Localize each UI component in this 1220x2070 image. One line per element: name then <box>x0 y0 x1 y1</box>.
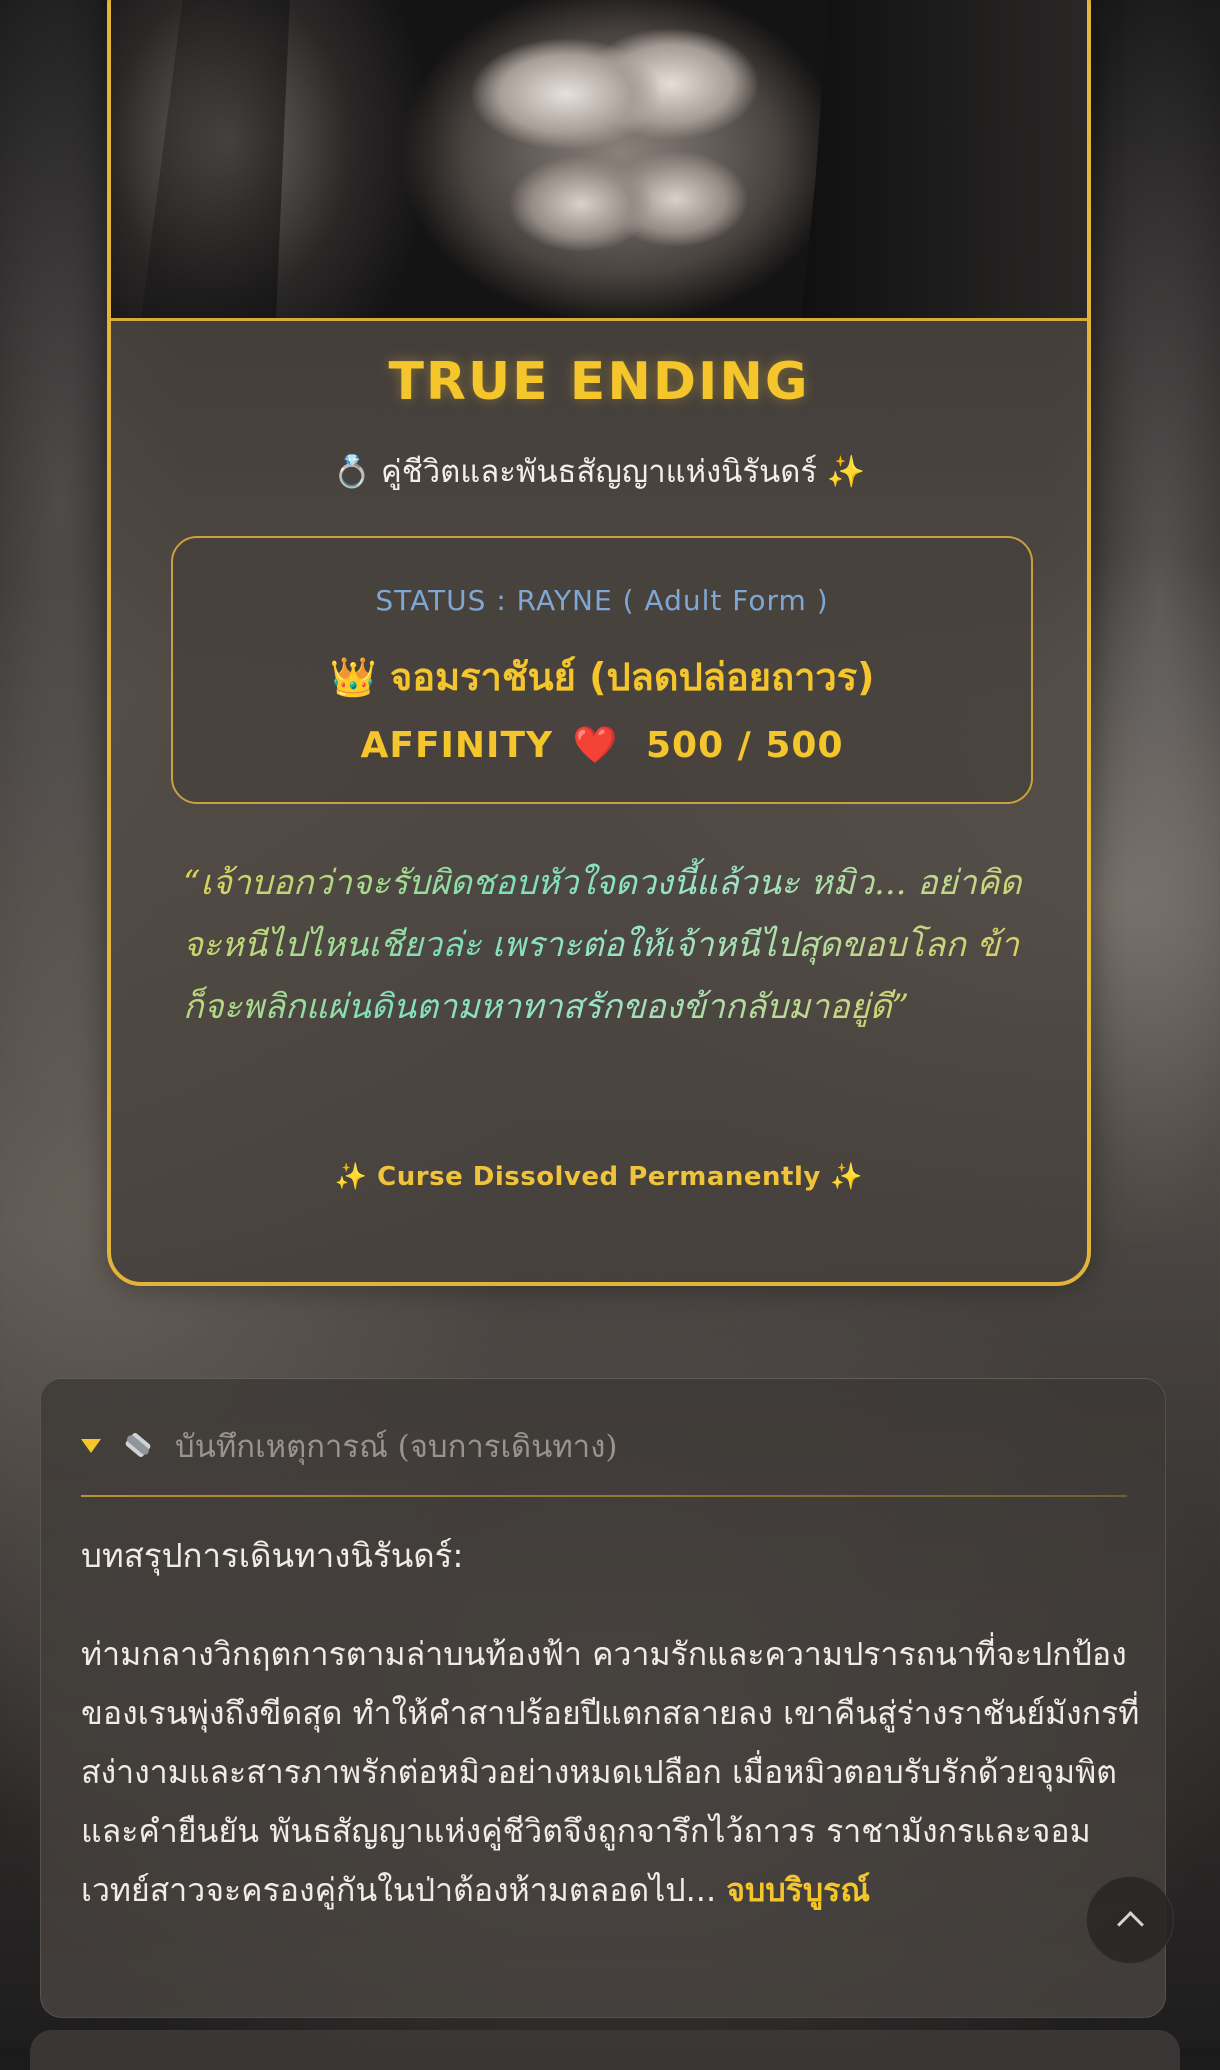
hero-shadow <box>801 0 1087 318</box>
character-quote: “เจ้าบอกว่าจะรับผิดชอบหัวใจดวงนี้แล้วนะ … <box>183 852 1023 1038</box>
curse-status-line: ✨ Curse Dissolved Permanently ✨ <box>334 1162 864 1192</box>
scroll-to-top-button[interactable] <box>1086 1876 1174 1964</box>
event-log-panel: บันทึกเหตุการณ์ (จบการเดินทาง) บทสรุปการ… <box>40 1378 1166 2018</box>
scroll-icon <box>123 1431 153 1461</box>
heart-icon: ❤️ <box>572 725 619 766</box>
ending-card: TRUE ENDING 💍 คู่ชีวิตและพันธสัญญาแห่งนิ… <box>107 0 1091 1286</box>
next-panel-edge <box>30 2030 1180 2070</box>
ending-subtitle: 💍 คู่ชีวิตและพันธสัญญาแห่งนิรันดร์ ✨ <box>332 454 866 490</box>
status-line: STATUS : RAYNE ( Adult Form ) <box>375 584 829 617</box>
status-title: 👑 จอมราชันย์ (ปลดปล่อยถาวร) <box>329 655 875 699</box>
divider <box>81 1495 1127 1497</box>
affinity-label: AFFINITY <box>360 725 554 766</box>
end-mark: จบบริบูรณ์ <box>726 1871 871 1909</box>
affinity-value: 500 / 500 <box>646 725 844 766</box>
affinity-meter: AFFINITY ❤️ 500 / 500 <box>173 724 1031 766</box>
event-log-toggle[interactable]: บันทึกเหตุการณ์ (จบการเดินทาง) <box>81 1421 617 1471</box>
log-heading: บทสรุปการเดินทางนิรันดร์: <box>81 1536 464 1575</box>
log-body-text: ท่ามกลางวิกฤตการตามล่าบนท้องฟ้า ความรักแ… <box>81 1635 1140 1909</box>
hero-image <box>111 0 1087 321</box>
ending-title: TRUE ENDING <box>388 352 810 412</box>
log-body: ท่ามกลางวิกฤตการตามล่าบนท้องฟ้า ความรักแ… <box>81 1625 1141 1920</box>
chevron-up-icon <box>1116 1910 1144 1938</box>
status-box: STATUS : RAYNE ( Adult Form ) 👑 จอมราชัน… <box>171 536 1033 804</box>
caret-down-icon <box>81 1439 101 1453</box>
event-log-title: บันทึกเหตุการณ์ (จบการเดินทาง) <box>175 1429 618 1465</box>
hero-shadow <box>141 0 291 318</box>
